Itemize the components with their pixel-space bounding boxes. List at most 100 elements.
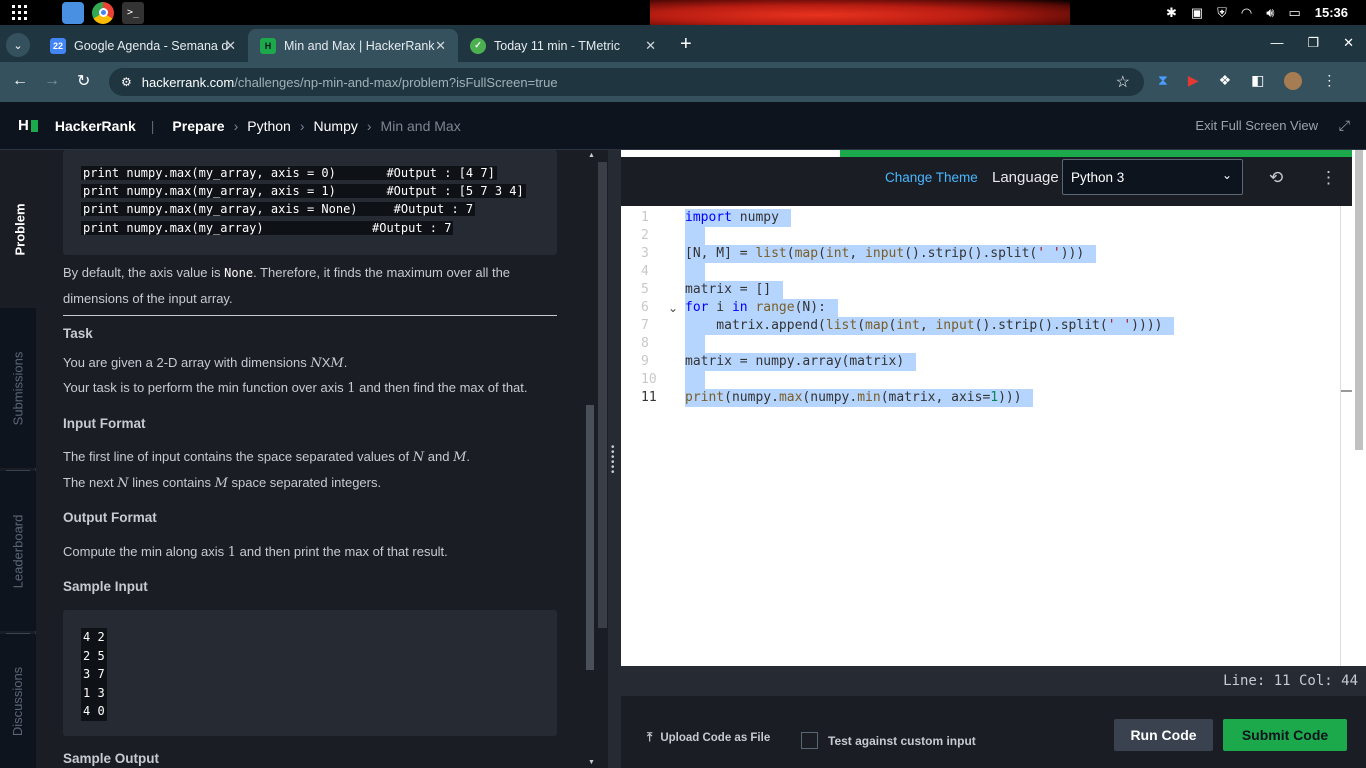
- side-panel-icon[interactable]: ◧: [1251, 72, 1264, 90]
- forward-icon[interactable]: →: [44, 72, 60, 90]
- bluetooth-icon[interactable]: ✱: [1166, 5, 1177, 21]
- drag-handle-icon[interactable]: • • • • • •: [611, 443, 615, 478]
- tab-search-button[interactable]: ⌄: [6, 33, 30, 57]
- editor-scrollbar[interactable]: [1340, 206, 1353, 666]
- shield-icon[interactable]: ⛨: [1217, 5, 1227, 21]
- restore-icon[interactable]: ❐: [1307, 35, 1319, 51]
- back-icon[interactable]: ←: [12, 72, 28, 90]
- tab-tmetric[interactable]: ✓ Today 11 min - TMetric ✕: [458, 29, 668, 62]
- scroll-up-icon[interactable]: ▲: [588, 152, 595, 159]
- app-grid-icon[interactable]: [8, 2, 32, 24]
- tab-title: Min and Max | HackerRank: [284, 38, 435, 53]
- panel-scrollbar[interactable]: [1352, 150, 1366, 666]
- sample-input-line: 2 5: [81, 646, 107, 665]
- tab-problem[interactable]: Problem: [0, 150, 36, 308]
- breadcrumb-python[interactable]: Python: [247, 118, 291, 134]
- breadcrumb-numpy[interactable]: Numpy: [314, 118, 358, 134]
- volume-icon[interactable]: 🔊︎: [1266, 5, 1274, 21]
- cursor-position: Line: 11 Col: 44: [1223, 673, 1358, 689]
- tab-hackerrank[interactable]: H Min and Max | HackerRank ✕: [248, 29, 458, 62]
- tab-submissions[interactable]: Submissions: [0, 308, 36, 468]
- problem-scrollbar[interactable]: ▲ ▼: [584, 150, 608, 768]
- reload-icon[interactable]: ↻: [77, 71, 90, 91]
- code-line: print(numpy.max(numpy.min(matrix, axis=1…: [685, 389, 1034, 407]
- breadcrumb-separator-icon: ›: [366, 117, 372, 134]
- cursor-status-bar: Line: 11 Col: 44: [621, 666, 1366, 696]
- tab-leaderboard[interactable]: Leaderboard: [0, 471, 36, 631]
- tab-title: Today 11 min - TMetric: [494, 38, 620, 53]
- language-value: Python 3: [1071, 170, 1125, 185]
- terminal-icon[interactable]: >_: [122, 1, 144, 24]
- minimize-icon[interactable]: —: [1270, 35, 1283, 51]
- problem-statement: print numpy.max(my_array, axis = 0) #Out…: [36, 150, 584, 768]
- scrollbar-thumb[interactable]: [586, 405, 594, 670]
- scrollbar-track: [598, 162, 607, 628]
- timer-progress-bar: [621, 150, 1352, 157]
- editor-toolbar: Change Theme Language Python 3 ⌄ ⟲ ⋮: [621, 150, 1366, 206]
- problem-sidebar: Problem Submissions Leaderboard Discussi…: [0, 150, 36, 768]
- code-editor[interactable]: 1 2 3 4 5 6 7 8 9 10 11 ⌄ import numpy […: [621, 206, 1353, 666]
- input-line-2: The next N lines contains M space separa…: [63, 475, 382, 491]
- hackerrank-logo-icon[interactable]: H: [18, 117, 38, 134]
- change-theme-link[interactable]: Change Theme: [885, 170, 978, 185]
- custom-input-label: Test against custom input: [828, 733, 976, 748]
- profile-avatar[interactable]: [1284, 72, 1303, 90]
- upload-icon: ⤒: [647, 730, 653, 744]
- sample-output-heading: Sample Output: [63, 751, 160, 766]
- restore-history-icon[interactable]: ⟲: [1269, 168, 1283, 188]
- header-divider: |: [150, 117, 155, 134]
- wallpaper-art: [650, 0, 1070, 25]
- url-bar[interactable]: ⚙ hackerrank.com/challenges/np-min-and-m…: [109, 68, 1144, 96]
- pane-splitter[interactable]: • • • • • •: [608, 150, 621, 768]
- submit-code-button[interactable]: Submit Code: [1223, 719, 1347, 751]
- window-close-icon[interactable]: ✕: [1343, 35, 1354, 51]
- bookmark-star-icon[interactable]: ☆: [1116, 72, 1130, 92]
- hackerrank-icon: H: [260, 37, 276, 54]
- logo-text[interactable]: HackerRank: [55, 118, 136, 134]
- breadcrumb-prepare[interactable]: Prepare: [172, 118, 224, 134]
- code-line: import numpy: [685, 209, 791, 227]
- breadcrumb-separator-icon: ›: [233, 117, 239, 134]
- more-options-icon[interactable]: ⋮: [1320, 168, 1337, 188]
- close-icon[interactable]: ✕: [645, 38, 656, 54]
- code-line: matrix = numpy.array(matrix): [685, 353, 916, 371]
- custom-input-checkbox[interactable]: [801, 732, 818, 749]
- tmetric-icon: ✓: [470, 37, 486, 54]
- fold-chevron-icon[interactable]: ⌄: [668, 301, 678, 315]
- extension-audio-icon[interactable]: ⧗: [1158, 72, 1168, 90]
- close-icon[interactable]: ✕: [435, 38, 446, 54]
- clipboard-icon[interactable]: ▣: [1191, 5, 1203, 21]
- code-line: [685, 335, 705, 353]
- tab-discussions[interactable]: Discussions: [0, 634, 36, 768]
- exit-fullscreen-link[interactable]: Exit Full Screen View: [1195, 118, 1318, 133]
- browser-tab-bar: ⌄ 22 Google Agenda - Semana de ✕ H Min a…: [0, 25, 1366, 62]
- browser-menu-icon[interactable]: ⋮: [1322, 72, 1336, 90]
- code-line: matrix.append(list(map(int, input().stri…: [685, 317, 1175, 335]
- new-tab-button[interactable]: +: [680, 33, 692, 56]
- code-line: matrix = []: [685, 281, 783, 299]
- collapse-icon[interactable]: ⤢: [1339, 117, 1350, 134]
- code-line: print numpy.max(my_array) #Output : 7: [81, 221, 454, 235]
- battery-icon[interactable]: ▭: [1288, 5, 1300, 21]
- language-select[interactable]: Python 3 ⌄: [1062, 159, 1243, 195]
- output-line: Compute the min along axis 1 and then pr…: [63, 544, 448, 560]
- run-code-button[interactable]: Run Code: [1114, 719, 1213, 751]
- task-heading: Task: [63, 326, 93, 341]
- chrome-icon[interactable]: [92, 1, 114, 24]
- site-info-icon[interactable]: ⚙: [121, 75, 132, 89]
- section-divider: [63, 315, 557, 316]
- scroll-down-icon[interactable]: ▼: [588, 759, 595, 766]
- upload-code-button[interactable]: ⤒ Upload Code as File: [647, 730, 770, 745]
- tab-google-agenda[interactable]: 22 Google Agenda - Semana de ✕: [38, 29, 248, 62]
- extension-video-icon[interactable]: ▶: [1188, 72, 1199, 90]
- custom-input-toggle[interactable]: Test against custom input: [801, 732, 976, 749]
- url-host: hackerrank.com: [141, 74, 235, 90]
- close-icon[interactable]: ✕: [225, 38, 236, 54]
- breadcrumb-current: Min and Max: [380, 117, 461, 134]
- clock[interactable]: 15:36: [1315, 5, 1348, 20]
- finder-icon[interactable]: [62, 1, 84, 24]
- address-toolbar: ← → ↻ ⚙ hackerrank.com/challenges/np-min…: [0, 62, 1366, 102]
- input-line-1: The first line of input contains the spa…: [63, 449, 470, 465]
- wifi-icon[interactable]: ◠: [1241, 5, 1252, 21]
- extensions-icon[interactable]: ❖: [1219, 72, 1232, 90]
